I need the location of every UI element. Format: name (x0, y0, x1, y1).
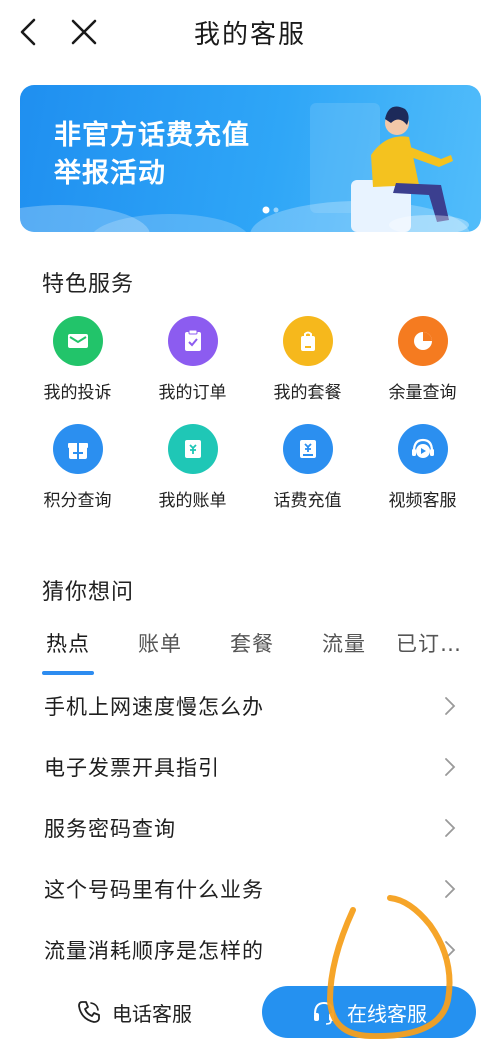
bill-icon (167, 424, 218, 474)
package-bag-icon (282, 316, 333, 366)
service-my-complaints[interactable]: 我的投诉 (20, 316, 135, 403)
service-my-plan[interactable]: 我的套餐 (250, 316, 365, 403)
clipboard-check-icon (167, 316, 218, 366)
pie-chart-icon (397, 316, 448, 366)
service-points-query[interactable]: 积分查询 (20, 424, 135, 511)
service-label: 我的账单 (158, 491, 227, 511)
phone-icon (78, 1001, 100, 1023)
page-title: 我的客服 (193, 20, 306, 50)
question-item[interactable]: 这个号码里有什么业务 (0, 857, 500, 918)
featured-services-title: 特色服务 (42, 272, 135, 297)
headset-icon (314, 1001, 334, 1025)
question-item[interactable]: 电子发票开具指引 (0, 735, 500, 796)
gift-icon (52, 424, 103, 474)
guess-section-title: 猜你想问 (42, 580, 135, 605)
chevron-right-icon (445, 697, 456, 715)
service-my-bills[interactable]: 我的账单 (135, 424, 250, 511)
chevron-right-icon (445, 758, 456, 776)
banner-line-2: 举报活动 (54, 158, 166, 189)
question-item[interactable]: 服务密码查询 (0, 796, 500, 857)
chevron-right-icon (445, 941, 456, 959)
question-tabs: 热点 账单 套餐 流量 已订… (0, 628, 500, 676)
phone-support-button[interactable]: 电话客服 (22, 986, 246, 1038)
video-support-icon (397, 424, 448, 474)
banner-headline: 非官方话费充值 举报活动 (54, 117, 250, 193)
service-video-support[interactable]: 视频客服 (365, 424, 480, 511)
tab-data[interactable]: 流量 (322, 628, 366, 658)
header: 我的客服 (0, 0, 500, 64)
service-my-orders[interactable]: 我的订单 (135, 316, 250, 403)
service-phone-topup[interactable]: 话费充值 (250, 424, 365, 511)
service-label: 话费充值 (273, 491, 342, 511)
service-balance-query[interactable]: 余量查询 (365, 316, 480, 403)
question-text: 电子发票开具指引 (44, 756, 220, 780)
online-support-button[interactable]: 在线客服 (262, 986, 476, 1038)
question-text: 这个号码里有什么业务 (44, 878, 264, 902)
mail-icon (52, 316, 103, 366)
service-label: 我的套餐 (273, 383, 342, 403)
promo-banner[interactable]: 非官方话费充值 举报活动 (20, 85, 481, 232)
service-label: 余量查询 (388, 383, 457, 403)
tab-bill[interactable]: 账单 (138, 628, 182, 658)
online-support-label: 在线客服 (347, 1001, 427, 1026)
tab-plan[interactable]: 套餐 (230, 628, 274, 658)
tab-hot[interactable]: 热点 (46, 628, 90, 658)
question-text: 手机上网速度慢怎么办 (44, 695, 264, 719)
banner-pagination-dots (262, 206, 279, 214)
person-illustration-icon (351, 106, 469, 232)
question-item[interactable]: 流量消耗顺序是怎样的 (0, 918, 500, 979)
phone-support-label: 电话客服 (112, 1001, 192, 1026)
service-label: 我的投诉 (43, 383, 112, 403)
service-label: 积分查询 (43, 491, 112, 511)
chevron-right-icon (445, 880, 456, 898)
tab-subscribed[interactable]: 已订… (396, 628, 462, 658)
bottom-action-bar: 电话客服 在线客服 (0, 984, 500, 1039)
service-label: 我的订单 (158, 383, 227, 403)
banner-line-1: 非官方话费充值 (54, 120, 250, 151)
service-label: 视频客服 (388, 491, 457, 511)
question-item[interactable]: 手机上网速度慢怎么办 (0, 674, 500, 735)
topup-card-icon (282, 424, 333, 474)
question-text: 服务密码查询 (44, 817, 176, 841)
question-text: 流量消耗顺序是怎样的 (44, 939, 264, 963)
chevron-right-icon (445, 819, 456, 837)
